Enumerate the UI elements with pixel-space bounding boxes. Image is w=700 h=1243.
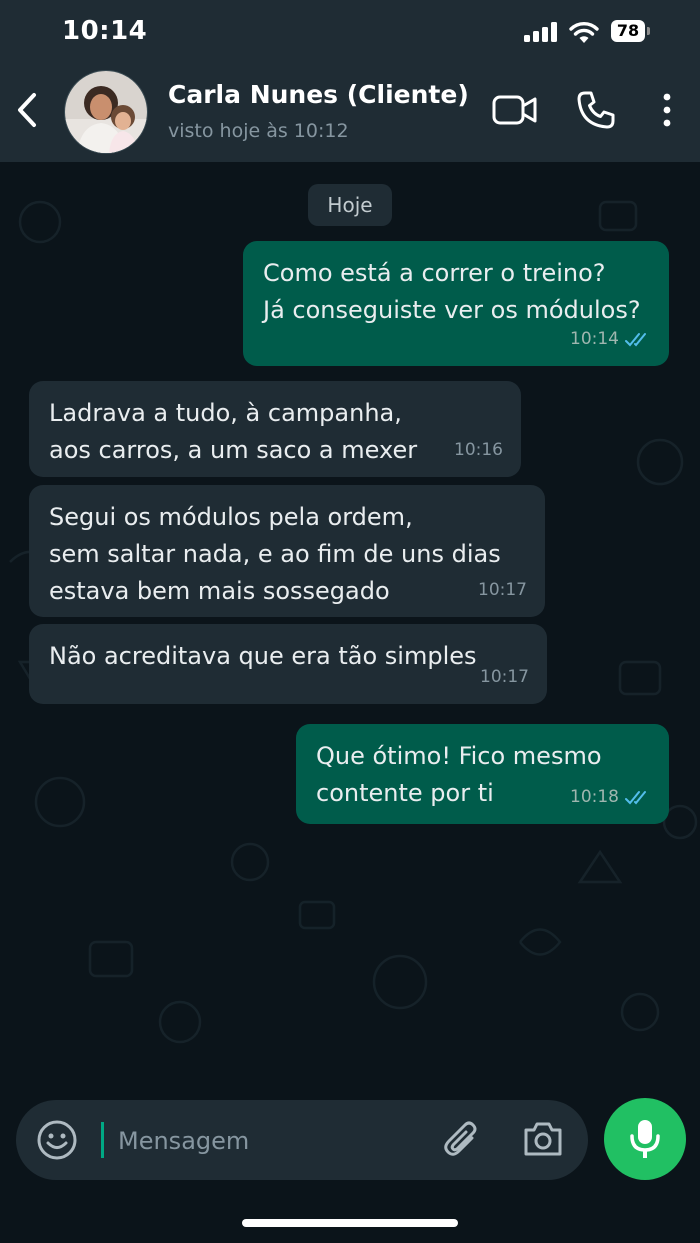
status-time: 10:14 xyxy=(62,16,148,46)
message-meta: 10:18 xyxy=(570,779,651,816)
video-call-icon[interactable] xyxy=(492,94,538,126)
message-text: Segui os módulos pela ordem, sem saltar … xyxy=(49,503,501,605)
battery-tip xyxy=(647,27,650,35)
message-meta: 10:16 xyxy=(454,432,503,469)
message-meta: 10:17 xyxy=(480,659,529,696)
incoming-message[interactable]: Não acreditava que era tão simples 10:17 xyxy=(29,624,547,704)
message-composer xyxy=(16,1100,588,1180)
date-divider: Hoje xyxy=(308,184,392,226)
phone-icon[interactable] xyxy=(576,90,616,130)
outgoing-message[interactable]: Que ótimo! Fico mesmo contente por ti 10… xyxy=(296,724,669,824)
chat-area[interactable]: Hoje Como está a correr o treino? Já con… xyxy=(0,162,700,1082)
message-time: 10:17 xyxy=(480,667,529,687)
avatar[interactable] xyxy=(64,70,148,154)
message-meta: 10:17 xyxy=(478,572,527,609)
avatar-photo xyxy=(65,71,147,153)
message-time: 10:14 xyxy=(570,329,619,349)
message-input[interactable] xyxy=(116,1118,420,1164)
wifi-icon xyxy=(569,22,599,43)
incoming-message[interactable]: Ladrava a tudo, à campanha, aos carros, … xyxy=(29,381,521,477)
message-text: Ladrava a tudo, à campanha, aos carros, … xyxy=(49,399,418,464)
paperclip-icon[interactable] xyxy=(442,1118,482,1162)
cellular-signal-icon xyxy=(524,22,557,42)
read-receipt-icon xyxy=(625,790,646,804)
microphone-button[interactable] xyxy=(604,1098,686,1180)
read-receipt-icon xyxy=(625,332,646,346)
battery-indicator: 78 xyxy=(611,20,645,42)
message-text: Não acreditava que era tão simples xyxy=(49,642,477,670)
outgoing-message[interactable]: Como está a correr o treino? Já consegui… xyxy=(243,241,669,366)
chat-header: Carla Nunes (Cliente) visto hoje às 10:1… xyxy=(0,64,700,162)
contact-name[interactable]: Carla Nunes (Cliente) xyxy=(168,80,469,109)
text-cursor xyxy=(101,1122,104,1158)
emoji-icon[interactable] xyxy=(36,1119,78,1161)
status-bar: 10:14 78 xyxy=(0,0,700,64)
home-indicator xyxy=(242,1219,458,1227)
message-text: Como está a correr o treino? Já consegui… xyxy=(263,259,641,324)
message-meta: 10:14 xyxy=(570,321,651,358)
microphone-icon xyxy=(630,1120,660,1158)
contact-last-seen: visto hoje às 10:12 xyxy=(168,120,349,142)
more-vertical-icon[interactable] xyxy=(660,92,674,128)
message-time: 10:17 xyxy=(478,580,527,600)
chevron-left-icon[interactable] xyxy=(14,92,42,128)
camera-icon[interactable] xyxy=(522,1120,564,1158)
incoming-message[interactable]: Segui os módulos pela ordem, sem saltar … xyxy=(29,485,545,617)
message-time: 10:18 xyxy=(570,787,619,807)
message-time: 10:16 xyxy=(454,440,503,460)
